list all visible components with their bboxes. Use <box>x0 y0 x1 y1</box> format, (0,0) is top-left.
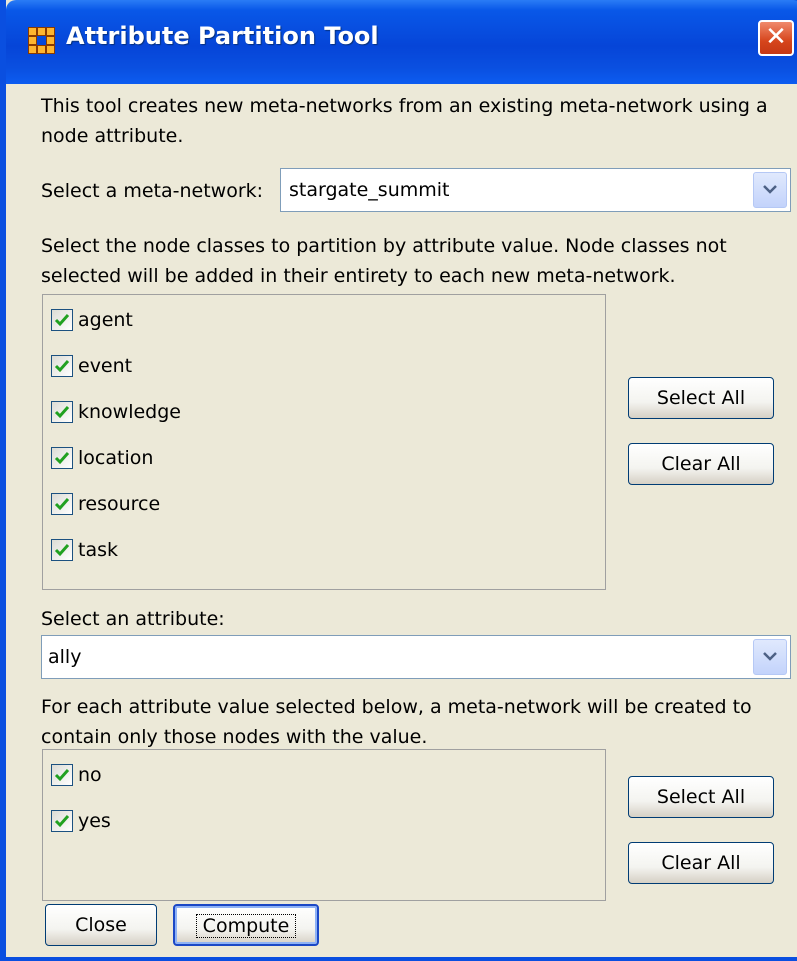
node-classes-instructions-line1: Select the node classes to partition by … <box>41 235 727 257</box>
node-class-label: task <box>78 539 118 561</box>
attribute-select[interactable]: ally <box>41 635 791 679</box>
attribute-values-list: no yes <box>42 749 606 901</box>
chevron-down-icon[interactable] <box>753 639 787 675</box>
network-grid-icon <box>28 27 55 54</box>
checkbox[interactable] <box>51 355 73 377</box>
node-class-label: knowledge <box>78 401 181 423</box>
attribute-values-clear-all-button[interactable]: Clear All <box>628 842 774 884</box>
node-class-label: location <box>78 447 154 469</box>
attribute-value-label: no <box>78 764 102 786</box>
node-classes-clear-all-button[interactable]: Clear All <box>628 443 774 485</box>
node-classes-select-all-button[interactable]: Select All <box>628 377 774 419</box>
title-bar[interactable]: Attribute Partition Tool ✕ <box>6 0 797 84</box>
attribute-values-select-all-button[interactable]: Select All <box>628 776 774 818</box>
attribute-value-label: yes <box>78 810 111 832</box>
node-class-label: event <box>78 355 133 377</box>
checkbox[interactable] <box>51 447 73 469</box>
meta-network-select[interactable]: stargate_summit <box>280 168 791 212</box>
attribute-values-instructions-line1: For each attribute value selected below,… <box>41 696 752 718</box>
meta-network-label: Select a meta-network: <box>41 180 264 202</box>
checkbox[interactable] <box>51 309 73 331</box>
node-classes-instructions-line2: selected will be added in their entirety… <box>41 265 676 287</box>
node-class-label: resource <box>78 493 161 515</box>
compute-button-label: Compute <box>195 914 297 938</box>
window-title: Attribute Partition Tool <box>66 22 379 50</box>
checkbox[interactable] <box>51 810 73 832</box>
checkbox[interactable] <box>51 764 73 786</box>
checkbox[interactable] <box>51 539 73 561</box>
checkbox[interactable] <box>51 401 73 423</box>
node-class-label: agent <box>78 309 133 331</box>
dialog-window: Attribute Partition Tool ✕ This tool cre… <box>0 0 797 961</box>
close-icon: ✕ <box>765 22 787 52</box>
close-button[interactable]: Close <box>45 904 157 946</box>
dialog-body: This tool creates new meta-networks from… <box>12 84 797 957</box>
close-window-button[interactable]: ✕ <box>758 20 794 56</box>
intro-text-line2: node attribute. <box>41 125 184 147</box>
attribute-value: ally <box>48 646 82 668</box>
attribute-label: Select an attribute: <box>41 608 225 630</box>
node-classes-list: agent event knowledge location resource … <box>42 294 606 590</box>
intro-text-line1: This tool creates new meta-networks from… <box>41 95 768 117</box>
meta-network-value: stargate_summit <box>289 179 450 201</box>
chevron-down-icon[interactable] <box>753 172 787 208</box>
compute-button[interactable]: Compute <box>173 904 319 946</box>
checkbox[interactable] <box>51 493 73 515</box>
